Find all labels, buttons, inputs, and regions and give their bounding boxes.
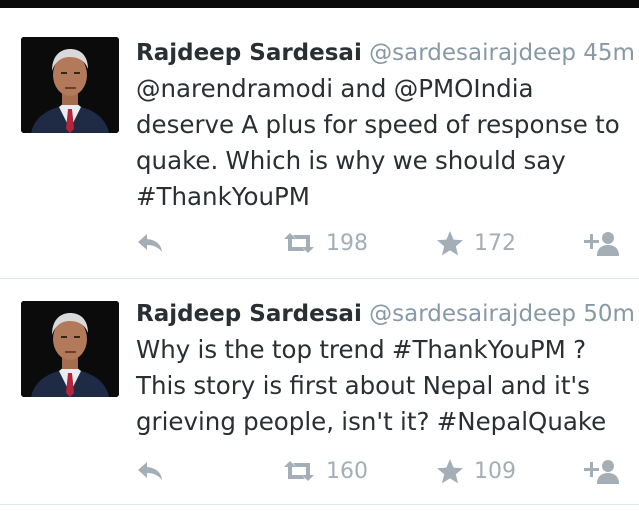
- star-icon: [436, 458, 464, 484]
- retweet-button[interactable]: 198: [282, 225, 368, 261]
- follow-button[interactable]: [581, 225, 619, 261]
- tweet[interactable]: Rajdeep Sardesai @sardesairajdeep 45m @n…: [0, 8, 639, 279]
- display-name[interactable]: Rajdeep Sardesai: [136, 40, 362, 66]
- follow-icon: [581, 229, 619, 257]
- tweet-actions: 160 109: [0, 453, 639, 489]
- reply-icon: [135, 459, 165, 483]
- follow-button[interactable]: [581, 453, 619, 489]
- tweet-text: Why is the top trend #ThankYouPM ? This …: [136, 335, 607, 436]
- username-handle[interactable]: @sardesairajdeep: [369, 40, 576, 66]
- retweet-count: 160: [326, 458, 368, 484]
- favorite-button[interactable]: 109: [436, 453, 516, 489]
- reply-icon: [135, 231, 165, 255]
- tweet-header: Rajdeep Sardesai @sardesairajdeep 45m: [136, 38, 635, 68]
- tweet-divider: [0, 504, 639, 505]
- reply-button[interactable]: [135, 453, 165, 489]
- display-name[interactable]: Rajdeep Sardesai: [136, 301, 362, 327]
- favorite-button[interactable]: 172: [436, 225, 516, 261]
- status-bar: [0, 0, 639, 8]
- avatar[interactable]: [21, 37, 119, 133]
- avatar[interactable]: [21, 301, 119, 397]
- username-handle[interactable]: @sardesairajdeep: [369, 301, 576, 327]
- tweet[interactable]: Rajdeep Sardesai @sardesairajdeep 50m Wh…: [0, 279, 639, 511]
- retweet-icon: [282, 459, 316, 483]
- favorite-count: 172: [474, 230, 516, 256]
- retweet-count: 198: [326, 230, 368, 256]
- timestamp[interactable]: 45m: [583, 40, 635, 66]
- tweet-header: Rajdeep Sardesai @sardesairajdeep 50m: [136, 299, 635, 329]
- tweet-text: @narendramodi and @PMOIndia deserve A pl…: [136, 74, 620, 211]
- retweet-icon: [282, 231, 316, 255]
- favorite-count: 109: [474, 458, 516, 484]
- follow-icon: [581, 457, 619, 485]
- timestamp[interactable]: 50m: [583, 301, 635, 327]
- retweet-button[interactable]: 160: [282, 453, 368, 489]
- tweet-actions: 198 172: [0, 225, 639, 261]
- star-icon: [436, 230, 464, 256]
- reply-button[interactable]: [135, 225, 165, 261]
